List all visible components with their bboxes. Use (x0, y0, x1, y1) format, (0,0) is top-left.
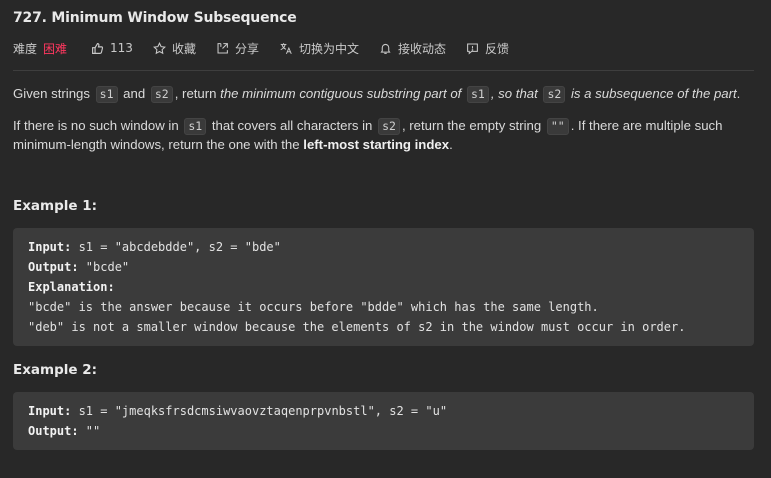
notify-button[interactable]: 接收动态 (379, 40, 446, 57)
explanation-line: "bcde" is the answer because it occurs b… (28, 300, 599, 314)
star-icon (152, 41, 166, 54)
notify-label: 接收动态 (397, 41, 446, 56)
switch-language-label: 切换为中文 (298, 41, 359, 56)
difficulty-label: 难度 (13, 41, 38, 56)
difficulty-badge: 困难 (43, 41, 68, 56)
inline-code-s1: s1 (184, 118, 207, 135)
desc-emphasis: the minimum contiguous substring part of (220, 86, 462, 101)
desc-text: Given strings (13, 86, 90, 101)
feedback-button[interactable]: 反馈 (466, 40, 509, 57)
desc-text: If there is no such window in (13, 118, 179, 133)
example-2-title: Example 2: (13, 362, 98, 378)
desc-text: . (736, 86, 741, 101)
favorite-label: 收藏 (171, 41, 196, 56)
feedback-icon (467, 43, 478, 55)
desc-text: . (449, 137, 453, 152)
desc-text: and (123, 86, 146, 101)
output-value: "" (78, 424, 101, 438)
desc-emphasis: , so that (490, 86, 538, 101)
desc-strong: left-most starting index (303, 137, 450, 152)
like-count: 113 (110, 41, 133, 55)
share-button[interactable]: 分享 (216, 40, 259, 57)
translate-icon (280, 42, 292, 54)
divider (13, 70, 754, 71)
bell-icon (380, 43, 391, 54)
input-value: s1 = "abcdebdde", s2 = "bde" (71, 240, 281, 254)
thumbs-up-icon (92, 42, 104, 54)
example-2-block: Input: s1 = "jmeqksfrsdcmsiwvaovztaqenpr… (13, 392, 754, 450)
input-label: Input: (28, 404, 72, 418)
share-label: 分享 (234, 41, 259, 56)
favorite-button[interactable]: 收藏 (152, 40, 196, 57)
example-1-block: Input: s1 = "abcdebdde", s2 = "bde" Outp… (13, 228, 754, 346)
inline-code-s1: s1 (95, 86, 118, 103)
explanation-line: "deb" is not a smaller window because th… (28, 320, 686, 334)
output-label: Output: (28, 424, 79, 438)
inline-code-s2: s2 (150, 86, 173, 103)
description-paragraph-2: If there is no such window in s1 that co… (13, 116, 741, 154)
desc-emphasis: is a subsequence of the part (570, 86, 737, 101)
desc-text: that covers all characters in (211, 118, 373, 133)
share-icon (217, 42, 228, 53)
like-button[interactable]: 113 (91, 41, 133, 55)
input-value: s1 = "jmeqksfrsdcmsiwvaovztaqenprpvnbstl… (71, 404, 448, 418)
explanation-label: Explanation: (28, 280, 115, 294)
description-paragraph-1: Given strings s1 and s2, return the mini… (13, 84, 741, 103)
problem-title: 727. Minimum Window Subsequence (13, 10, 297, 26)
inline-code-s1: s1 (467, 86, 489, 103)
inline-code-s2: s2 (543, 86, 566, 103)
feedback-label: 反馈 (485, 41, 510, 56)
switch-language-button[interactable]: 切换为中文 (279, 40, 359, 57)
desc-text: , return the empty string (401, 118, 542, 133)
meta-bar: 难度 困难 113 收藏 分享 切换为中文 接收动态 反馈 (13, 39, 529, 57)
example-1-title: Example 1: (13, 198, 98, 214)
inline-code-s2: s2 (378, 118, 400, 135)
desc-text: , return (174, 86, 217, 101)
inline-code-empty-string: "" (546, 118, 569, 135)
output-label: Output: (28, 260, 79, 274)
output-value: "bcde" (78, 260, 130, 274)
input-label: Input: (28, 240, 72, 254)
